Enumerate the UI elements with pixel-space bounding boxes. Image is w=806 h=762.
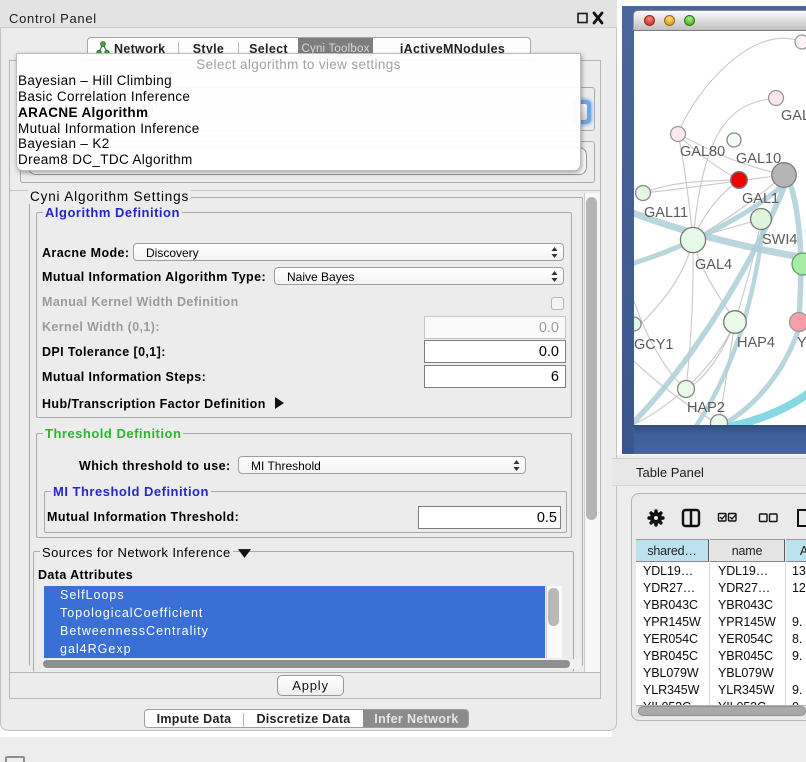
svg-text:GAL80: GAL80 <box>680 144 725 160</box>
svg-text:GAL7: GAL7 <box>781 108 806 124</box>
svg-text:GCY1: GCY1 <box>634 337 674 353</box>
svg-text:GAL4: GAL4 <box>695 257 732 273</box>
svg-text:Y: Y <box>797 335 806 351</box>
svg-text:GAL11: GAL11 <box>644 205 688 221</box>
svg-text:GAL10: GAL10 <box>736 151 781 167</box>
svg-text:HAP4: HAP4 <box>737 335 775 351</box>
svg-text:GAL1: GAL1 <box>742 191 779 207</box>
svg-text:HAP2: HAP2 <box>687 400 725 416</box>
svg-text:SWI4: SWI4 <box>762 232 797 248</box>
